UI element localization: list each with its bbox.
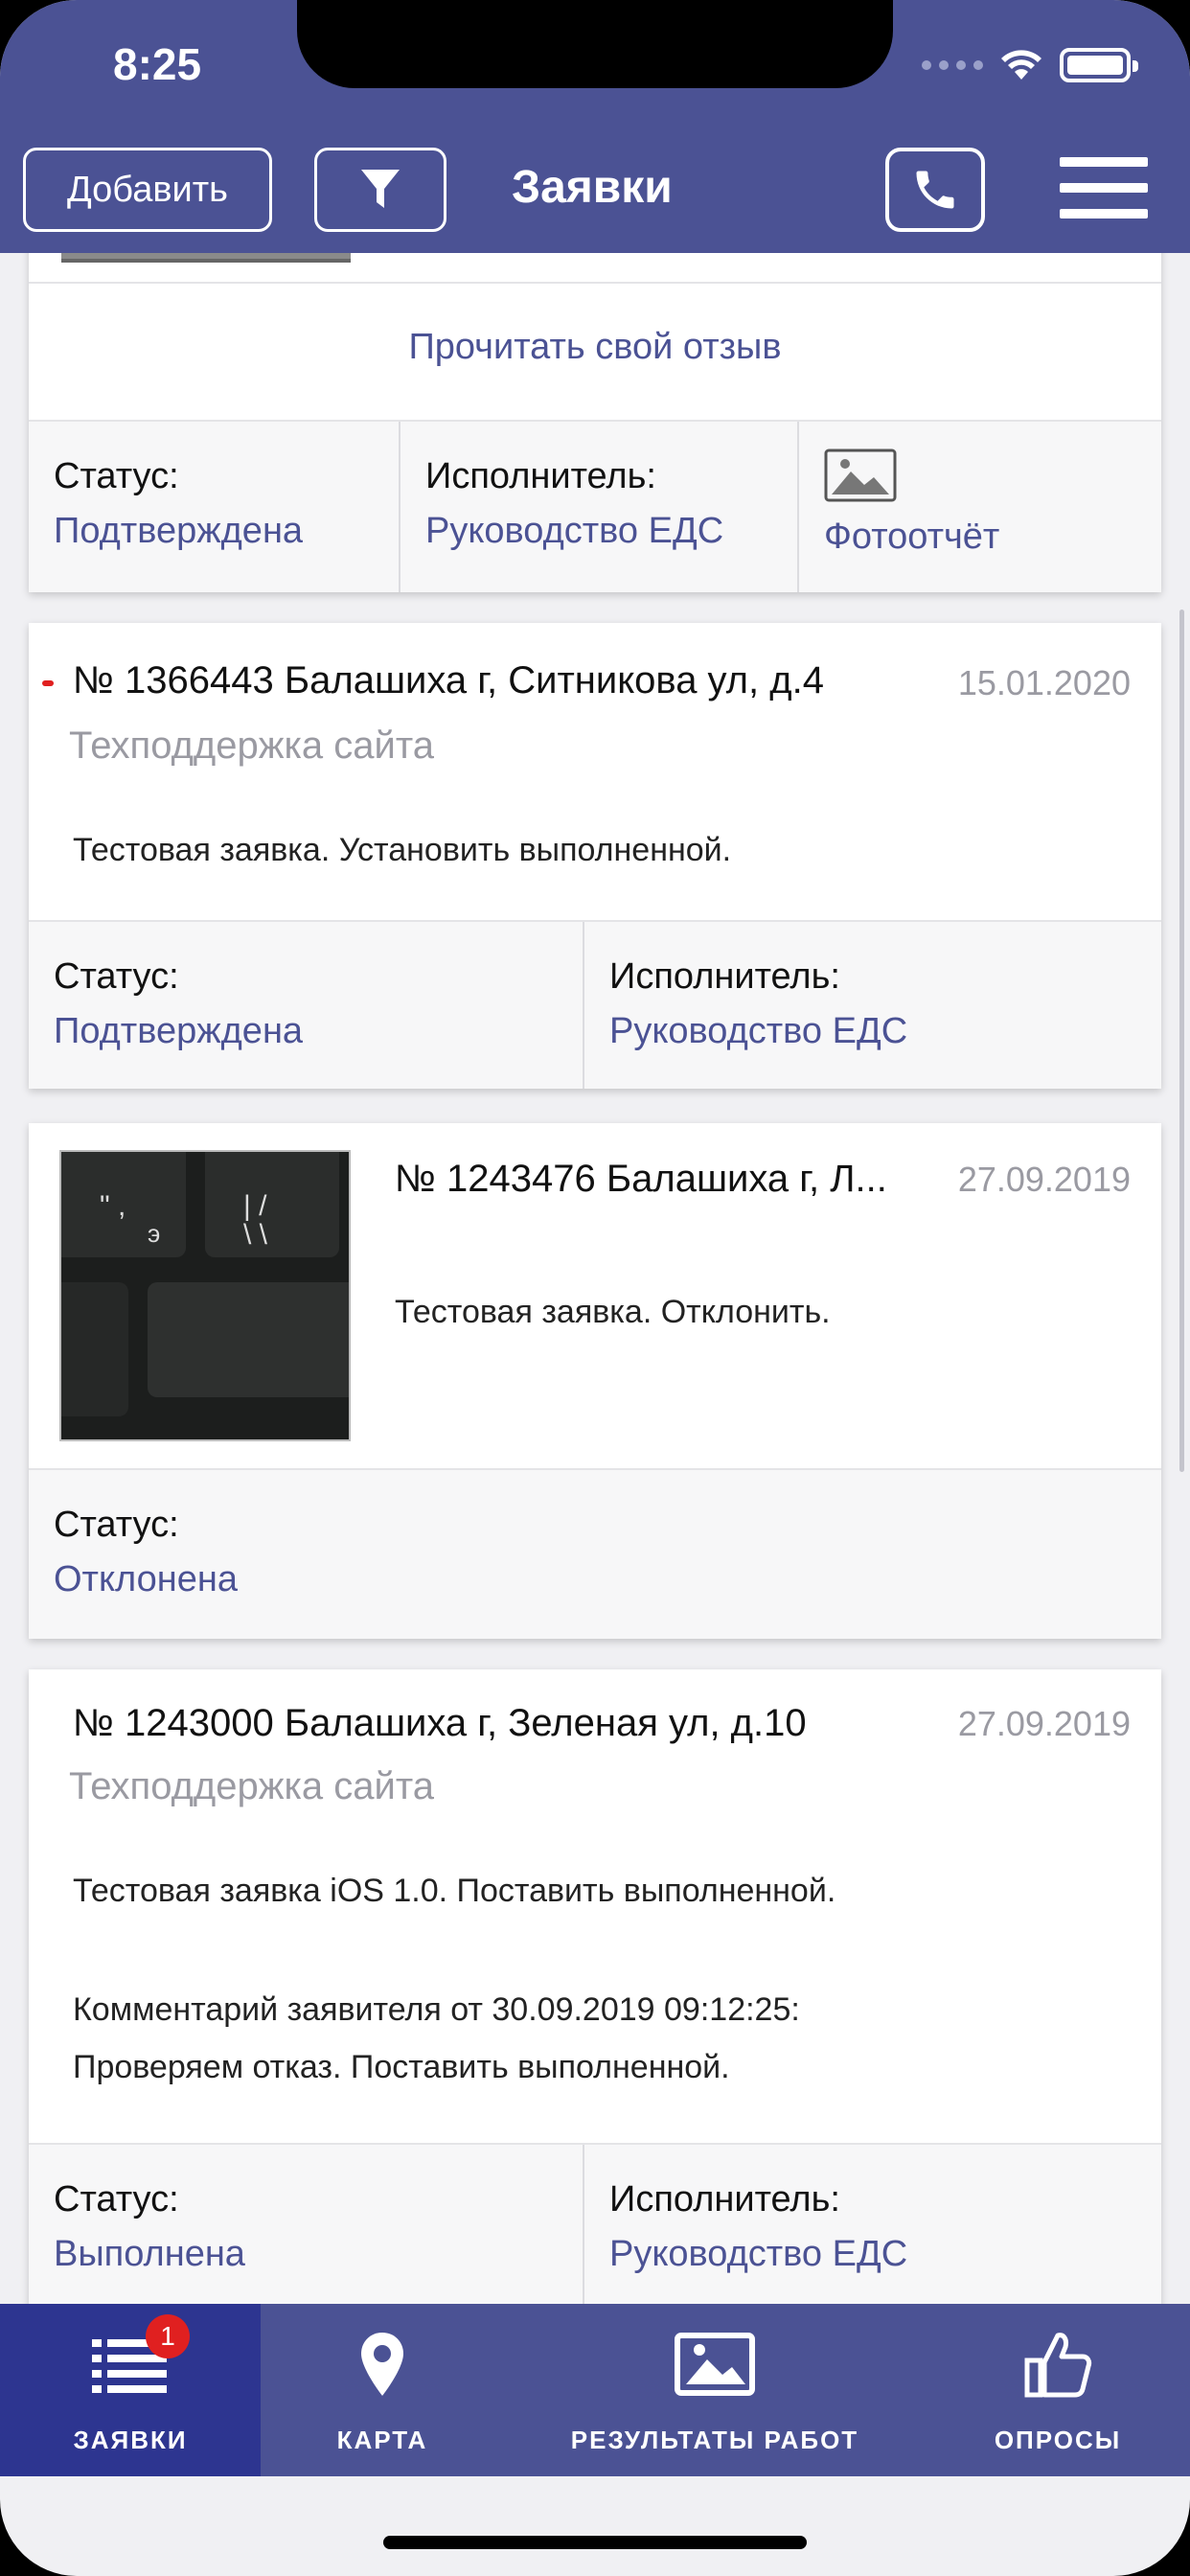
status-label: Статус:	[54, 2179, 179, 2220]
status-value: Подтверждена	[54, 511, 304, 551]
photo-thumbnail[interactable]	[61, 253, 351, 263]
signal-icon	[922, 60, 983, 70]
tab-label: РЕЗУЛЬТАТЫ РАБОТ	[570, 2426, 859, 2454]
call-button[interactable]	[885, 148, 985, 232]
status-label: Статус:	[54, 956, 179, 997]
tab-polls[interactable]: ОПРОСЫ	[926, 2304, 1190, 2476]
menu-icon-line	[1060, 209, 1148, 218]
status-cell: Статус: Подтверждена	[29, 422, 399, 592]
status-value: Подтверждена	[54, 1011, 304, 1051]
comment-header: Комментарий заявителя от 30.09.2019 09:1…	[73, 1991, 800, 2028]
order-title: № 1243476 Балашиха г, Л...	[395, 1158, 887, 1200]
menu-icon-line	[1060, 157, 1148, 167]
order-card[interactable]: № 1243000 Балашиха г, Зеленая ул, д.10 2…	[29, 1669, 1161, 2304]
menu-button[interactable]	[1060, 157, 1148, 218]
order-date: 15.01.2020	[957, 663, 1131, 702]
order-date: 27.09.2019	[957, 1160, 1131, 1199]
battery-icon	[1060, 48, 1138, 82]
order-card[interactable]: " , э | / \ \ № 1243476 Балашиха г, Л...…	[29, 1123, 1161, 1639]
tab-label: КАРТА	[336, 2426, 428, 2454]
order-category: Техподдержка сайта	[69, 1765, 434, 1807]
status-cell: Статус: Отклонена	[29, 1470, 1161, 1639]
notification-badge: 1	[146, 2314, 190, 2358]
tab-bar: 1 ЗАЯВКИ КАРТА РЕЗУЛЬТАТЫ РАБОТ ОПРОСЫ	[0, 2304, 1190, 2476]
status-value: Отклонена	[54, 1559, 238, 1599]
order-title: № 1243000 Балашиха г, Зеленая ул, д.10	[73, 1702, 807, 1744]
executor-cell: Исполнитель: Руководство ЕДС	[399, 422, 797, 592]
page-title: Заявки	[512, 162, 673, 213]
status-value: Выполнена	[54, 2234, 245, 2274]
executor-label: Исполнитель:	[609, 956, 840, 997]
image-icon	[824, 448, 897, 502]
status-cell: Статус: Выполнена	[29, 2145, 583, 2304]
list-icon: 1	[92, 2314, 190, 2403]
map-pin-icon	[359, 2326, 405, 2403]
executor-label: Исполнитель:	[609, 2179, 840, 2220]
tab-results[interactable]: РЕЗУЛЬТАТЫ РАБОТ	[504, 2304, 926, 2476]
status-label: Статус:	[54, 456, 179, 496]
order-description: Тестовая заявка. Установить выполненной.	[73, 832, 732, 868]
order-description: Тестовая заявка. Отклонить.	[395, 1294, 831, 1330]
photo-report-link[interactable]: Фотоотчёт	[824, 517, 1136, 558]
status-cell: Статус: Подтверждена	[29, 922, 583, 1089]
tab-label: ОПРОСЫ	[994, 2426, 1122, 2454]
filter-button[interactable]	[314, 148, 446, 232]
order-title: № 1366443 Балашиха г, Ситникова ул, д.4	[73, 659, 824, 702]
executor-value: Руководство ЕДС	[609, 2234, 908, 2274]
add-button[interactable]: Добавить	[23, 148, 272, 232]
order-card-footer: Статус: Отклонена	[29, 1468, 1161, 1639]
menu-icon-line	[1060, 183, 1148, 193]
unread-indicator	[42, 680, 54, 686]
tab-map[interactable]: КАРТА	[261, 2304, 504, 2476]
order-card-footer: Статус: Подтверждена Исполнитель: Руково…	[29, 920, 1161, 1089]
executor-value: Руководство ЕДС	[609, 1011, 908, 1051]
tab-label: ЗАЯВКИ	[73, 2426, 188, 2454]
order-card[interactable]: Прочитать свой отзыв Статус: Подтвержден…	[29, 253, 1161, 592]
order-card-footer: Статус: Подтверждена Исполнитель: Руково…	[29, 420, 1161, 592]
status-icons	[922, 48, 1138, 82]
order-description: Тестовая заявка iOS 1.0. Поставить выпол…	[73, 1873, 836, 1909]
order-card[interactable]: № 1366443 Балашиха г, Ситникова ул, д.4 …	[29, 623, 1161, 1089]
executor-value: Руководство ЕДС	[425, 511, 724, 551]
wifi-icon	[1000, 49, 1042, 81]
status-label: Статус:	[54, 1505, 179, 1545]
tab-orders[interactable]: 1 ЗАЯВКИ	[0, 2304, 261, 2476]
home-indicator	[383, 2536, 807, 2549]
photo-thumbnail[interactable]: " , э | / \ \	[59, 1150, 351, 1441]
photo-report-cell[interactable]: Фотоотчёт	[797, 422, 1161, 592]
thumbs-up-icon	[1023, 2326, 1092, 2403]
device-notch	[297, 0, 893, 88]
executor-cell: Исполнитель: Руководство ЕДС	[583, 2145, 1161, 2304]
comment-text: Проверяем отказ. Поставить выполненной.	[73, 2049, 730, 2085]
app-screen: 8:25 Добавить Заявки Прочитать свой отзы…	[0, 0, 1190, 2576]
order-card-footer: Статус: Выполнена Исполнитель: Руководст…	[29, 2143, 1161, 2304]
filter-icon	[361, 170, 400, 208]
orders-list[interactable]: Прочитать свой отзыв Статус: Подтвержден…	[0, 253, 1190, 2304]
executor-cell: Исполнитель: Руководство ЕДС	[583, 922, 1161, 1089]
scrollbar[interactable]	[1179, 610, 1184, 1472]
image-icon	[675, 2326, 755, 2403]
status-time: 8:25	[113, 39, 202, 89]
order-category: Техподдержка сайта	[69, 724, 434, 767]
read-review-link[interactable]: Прочитать свой отзыв	[29, 282, 1161, 410]
executor-label: Исполнитель:	[425, 456, 656, 496]
phone-icon	[916, 171, 954, 209]
nav-bar: 8:25 Добавить Заявки	[0, 0, 1190, 253]
order-date: 27.09.2019	[957, 1704, 1131, 1743]
